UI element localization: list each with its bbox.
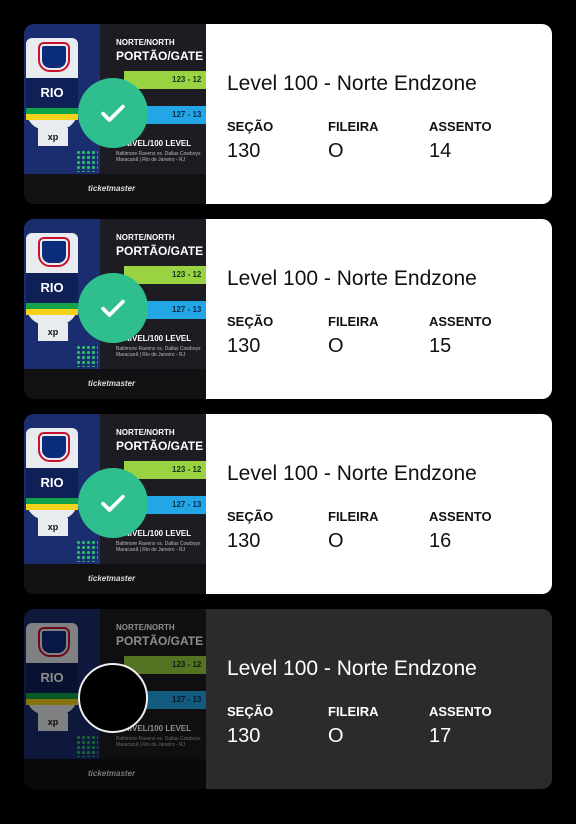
- section-label: SEÇÃO: [227, 704, 274, 719]
- seat-label: ASSENTO: [429, 509, 492, 524]
- xp-logo: xp: [38, 518, 68, 536]
- seat-label: ASSENTO: [429, 119, 492, 134]
- ticket-title: Level 100 - Norte Endzone: [227, 267, 477, 290]
- ticketmaster-logo: ticketmaster: [88, 184, 136, 193]
- seat-label: ASSENTO: [429, 704, 492, 719]
- ticketmaster-logo: ticketmaster: [88, 769, 136, 778]
- check-icon[interactable]: [78, 468, 148, 538]
- seat-value: 17: [429, 725, 452, 747]
- ticketmaster-logo: ticketmaster: [88, 379, 136, 388]
- dot-pattern: [76, 540, 98, 562]
- gate-top: NORTE/NORTH: [116, 38, 175, 47]
- ticket-card[interactable]: RIO xp NORTE/NORTH PORTÃO/GATE 123 - 12 …: [24, 219, 552, 399]
- section-label: SEÇÃO: [227, 119, 274, 134]
- row-label: FILEIRA: [328, 509, 379, 524]
- ticket-card[interactable]: RIO xp NORTE/NORTH PORTÃO/GATE 123 - 12 …: [24, 24, 552, 204]
- xp-logo: xp: [38, 323, 68, 341]
- venue-line: Maracanã | Rio de Janeiro - RJ: [116, 157, 186, 163]
- gate-main: PORTÃO/GATE: [116, 244, 204, 258]
- row-value: O: [328, 530, 344, 552]
- section-label: SEÇÃO: [227, 314, 274, 329]
- nfl-rio-game-logo: RIO: [26, 233, 78, 325]
- shield-text: RIO: [26, 468, 78, 498]
- seat-value: 14: [429, 140, 452, 162]
- ticketmaster-logo: ticketmaster: [88, 574, 136, 583]
- gate-top: NORTE/NORTH: [116, 428, 175, 437]
- seat-label: ASSENTO: [429, 314, 492, 329]
- ticket-title: Level 100 - Norte Endzone: [227, 72, 477, 95]
- row-label: FILEIRA: [328, 314, 379, 329]
- gate-top: NORTE/NORTH: [116, 233, 175, 242]
- dot-pattern: [76, 345, 98, 367]
- gate-main: PORTÃO/GATE: [116, 634, 204, 648]
- nfl-rio-game-logo: RIO: [26, 38, 78, 130]
- row-value: O: [328, 335, 344, 357]
- xp-logo: xp: [38, 713, 68, 731]
- empty-circle-icon[interactable]: [78, 663, 148, 733]
- venue-line: Maracanã | Rio de Janeiro - RJ: [116, 352, 186, 358]
- ticket-info: Level 100 - Norte Endzone SEÇÃO FILEIRA …: [206, 414, 552, 594]
- dot-pattern: [76, 150, 98, 172]
- ticket-card[interactable]: RIO xp NORTE/NORTH PORTÃO/GATE 123 - 12 …: [24, 414, 552, 594]
- shield-text: RIO: [26, 78, 78, 108]
- xp-logo: xp: [38, 128, 68, 146]
- ticket-title: Level 100 - Norte Endzone: [227, 657, 477, 680]
- section-value: 130: [227, 725, 261, 747]
- nfl-rio-game-logo: RIO: [26, 623, 78, 715]
- ticket-card[interactable]: RIO xp NORTE/NORTH PORTÃO/GATE 123 - 12 …: [24, 609, 552, 789]
- shield-text: RIO: [26, 273, 78, 303]
- gate-main: PORTÃO/GATE: [116, 439, 204, 453]
- section-value: 130: [227, 140, 261, 162]
- gate-top: NORTE/NORTH: [116, 623, 175, 632]
- nfl-shield-icon: [40, 239, 68, 265]
- venue-line: Maracanã | Rio de Janeiro - RJ: [116, 742, 186, 748]
- check-icon[interactable]: [78, 273, 148, 343]
- row-value: O: [328, 725, 344, 747]
- ticket-info: Level 100 - Norte Endzone SEÇÃO FILEIRA …: [206, 609, 552, 789]
- shield-text: RIO: [26, 663, 78, 693]
- venue-line: Maracanã | Rio de Janeiro - RJ: [116, 547, 186, 553]
- nfl-shield-icon: [40, 434, 68, 460]
- gate-main: PORTÃO/GATE: [116, 49, 204, 63]
- section-value: 130: [227, 530, 261, 552]
- row-label: FILEIRA: [328, 704, 379, 719]
- row-label: FILEIRA: [328, 119, 379, 134]
- seat-value: 16: [429, 530, 452, 552]
- nfl-rio-game-logo: RIO: [26, 428, 78, 520]
- ticket-info: Level 100 - Norte Endzone SEÇÃO FILEIRA …: [206, 24, 552, 204]
- ticket-info: Level 100 - Norte Endzone SEÇÃO FILEIRA …: [206, 219, 552, 399]
- section-label: SEÇÃO: [227, 509, 274, 524]
- check-icon[interactable]: [78, 78, 148, 148]
- section-value: 130: [227, 335, 261, 357]
- ticket-title: Level 100 - Norte Endzone: [227, 462, 477, 485]
- dot-pattern: [76, 735, 98, 757]
- nfl-shield-icon: [40, 629, 68, 655]
- nfl-shield-icon: [40, 44, 68, 70]
- seat-value: 15: [429, 335, 452, 357]
- row-value: O: [328, 140, 344, 162]
